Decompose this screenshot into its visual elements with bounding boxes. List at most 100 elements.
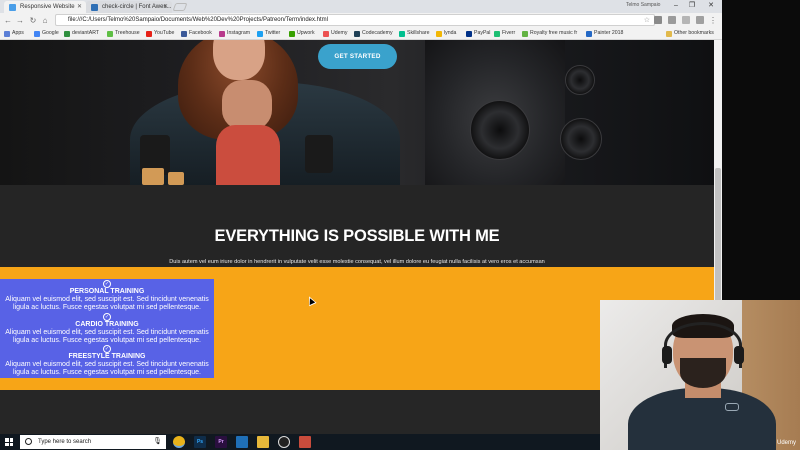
- bookmark-skillshare[interactable]: Skillshare: [399, 28, 430, 39]
- tab-close-icon[interactable]: ✕: [163, 1, 168, 13]
- bookmark-fiverr[interactable]: Fiverr: [494, 28, 515, 39]
- new-tab-button[interactable]: [172, 3, 188, 11]
- hero-glove: [305, 135, 333, 173]
- chrome-icon[interactable]: [173, 436, 185, 448]
- hero-wrist-strap: [168, 172, 184, 185]
- get-started-button[interactable]: GET STARTED: [318, 44, 397, 69]
- extension-icon[interactable]: [682, 16, 690, 24]
- bookmark-star-icon[interactable]: ☆: [644, 15, 650, 26]
- browser-toolbar: ← → ↻ ⌂ file:///C:/Users/Telmo%20Sampaio…: [0, 13, 722, 28]
- bookmark-royalty-free-music[interactable]: Royalty free music fr: [522, 28, 577, 39]
- service-title: FREESTYLE TRAINING: [68, 353, 146, 361]
- menu-dots-icon[interactable]: ⋮: [708, 15, 718, 26]
- bookmark-lynda[interactable]: lynda: [436, 28, 456, 39]
- tab-close-icon[interactable]: ✕: [77, 1, 82, 13]
- codecademy-icon: [354, 31, 360, 37]
- section-headline: EVERYTHING IS POSSIBLE WITH ME: [214, 227, 500, 245]
- paint-icon[interactable]: [299, 436, 311, 448]
- bookmark-instagram[interactable]: Instagram: [219, 28, 250, 39]
- extension-icon[interactable]: [696, 16, 704, 24]
- shirt-logo-icon: [725, 403, 739, 411]
- minimize-icon[interactable]: –: [668, 0, 684, 12]
- headset-earcup: [662, 346, 672, 364]
- bookmark-other[interactable]: Other bookmarks: [666, 28, 714, 39]
- bookmarks-bar: Apps Google deviantART Treehouse YouTube…: [0, 28, 722, 40]
- service-title: PERSONAL TRAINING: [69, 288, 145, 295]
- service-cardio-training: ✓ CARDIO TRAINING Aliquam vel euismod el…: [0, 312, 214, 346]
- extension-icon[interactable]: [654, 16, 662, 24]
- music-icon: [522, 31, 528, 37]
- microphone-icon[interactable]: 🎙: [153, 435, 162, 449]
- bookmark-deviantart[interactable]: deviantART: [64, 28, 99, 39]
- tab-responsive-website[interactable]: Responsive Website ✕: [4, 1, 86, 13]
- bookmark-codecademy[interactable]: Codecademy: [354, 28, 393, 39]
- premiere-icon[interactable]: Pr: [215, 436, 227, 448]
- profile-name[interactable]: Telmo Sampaio: [626, 2, 660, 8]
- youtube-icon: [146, 31, 152, 37]
- unity-icon[interactable]: [278, 436, 290, 448]
- bookmark-paypal[interactable]: PayPal: [466, 28, 490, 39]
- bookmark-google[interactable]: Google: [34, 28, 59, 39]
- hero-person-top: [216, 125, 280, 185]
- search-placeholder: Type here to search: [38, 439, 92, 445]
- webcam-overlay: Udemy: [600, 300, 800, 450]
- headset-icon: [664, 322, 742, 368]
- check-circle-icon: ✓: [103, 280, 111, 288]
- udemy-icon: [323, 31, 329, 37]
- services-list: ✓ PERSONAL TRAINING Aliquam vel euismod …: [0, 279, 214, 378]
- hero-wrist-strap: [142, 168, 164, 185]
- bookmark-youtube[interactable]: YouTube: [146, 28, 174, 39]
- service-description: Aliquam vel euismod elit, sed suscipit e…: [5, 328, 209, 344]
- skillshare-icon: [399, 31, 405, 37]
- taskbar-search-box[interactable]: Type here to search 🎙: [20, 435, 166, 449]
- upwork-icon: [289, 31, 295, 37]
- home-icon[interactable]: ⌂: [40, 15, 50, 26]
- bookmark-twitter[interactable]: Twitter: [257, 28, 280, 39]
- bookmark-facebook[interactable]: Facebook: [181, 28, 212, 39]
- bookmark-treehouse[interactable]: Treehouse: [107, 28, 140, 39]
- lynda-icon: [436, 31, 442, 37]
- tab-title: check-circle | Font Awes...: [102, 4, 172, 10]
- service-freestyle-training: ✓ FREESTYLE TRAINING Aliquam vel euismod…: [0, 345, 214, 378]
- address-text: file:///C:/Users/Telmo%20Sampaio/Documen…: [68, 17, 328, 23]
- address-bar[interactable]: file:///C:/Users/Telmo%20Sampaio/Documen…: [55, 14, 655, 26]
- file-explorer-icon[interactable]: [257, 436, 269, 448]
- painter-icon: [586, 31, 592, 37]
- forward-arrow-icon[interactable]: →: [15, 15, 25, 26]
- windows-start-icon[interactable]: [5, 438, 13, 446]
- speaker-graphic: [560, 118, 602, 160]
- fiverr-icon: [494, 31, 500, 37]
- vscode-icon[interactable]: [236, 436, 248, 448]
- maximize-icon[interactable]: ❐: [684, 0, 700, 12]
- desktop-background: [722, 0, 800, 300]
- bookmark-upwork[interactable]: Upwork: [289, 28, 315, 39]
- google-icon: [34, 31, 40, 37]
- intro-section: [0, 185, 714, 267]
- reload-icon[interactable]: ↻: [28, 15, 38, 26]
- service-description: Aliquam vel euismod elit, sed suscipit e…: [5, 296, 209, 312]
- service-title: CARDIO TRAINING: [75, 320, 139, 328]
- tab-title: Responsive Website: [20, 4, 75, 10]
- instagram-icon: [219, 31, 225, 37]
- photoshop-icon[interactable]: Ps: [194, 436, 206, 448]
- tab-favicon-icon: [91, 4, 98, 11]
- twitter-icon: [257, 31, 263, 37]
- extension-icon[interactable]: [668, 16, 676, 24]
- facebook-icon: [181, 31, 187, 37]
- headset-earcup: [734, 346, 744, 364]
- speaker-graphic: [470, 100, 530, 160]
- udemy-watermark: Udemy: [776, 440, 796, 446]
- service-personal-training: ✓ PERSONAL TRAINING Aliquam vel euismod …: [0, 280, 214, 313]
- back-arrow-icon[interactable]: ←: [3, 15, 13, 26]
- apps-grid-icon: [4, 31, 10, 37]
- tab-font-awesome[interactable]: check-circle | Font Awes... ✕: [86, 1, 172, 13]
- close-window-icon[interactable]: ✕: [703, 0, 719, 12]
- tab-favicon-icon: [9, 4, 16, 11]
- bookmark-painter-2018[interactable]: Painter 2018: [586, 28, 623, 39]
- folder-icon: [666, 31, 672, 37]
- service-description: Aliquam vel euismod elit, sed suscipit e…: [5, 361, 209, 377]
- bookmark-udemy[interactable]: Udemy: [323, 28, 347, 39]
- speaker-graphic: [565, 65, 595, 95]
- bookmark-apps[interactable]: Apps: [4, 28, 24, 39]
- browser-tab-strip: Responsive Website ✕ check-circle | Font…: [0, 0, 722, 13]
